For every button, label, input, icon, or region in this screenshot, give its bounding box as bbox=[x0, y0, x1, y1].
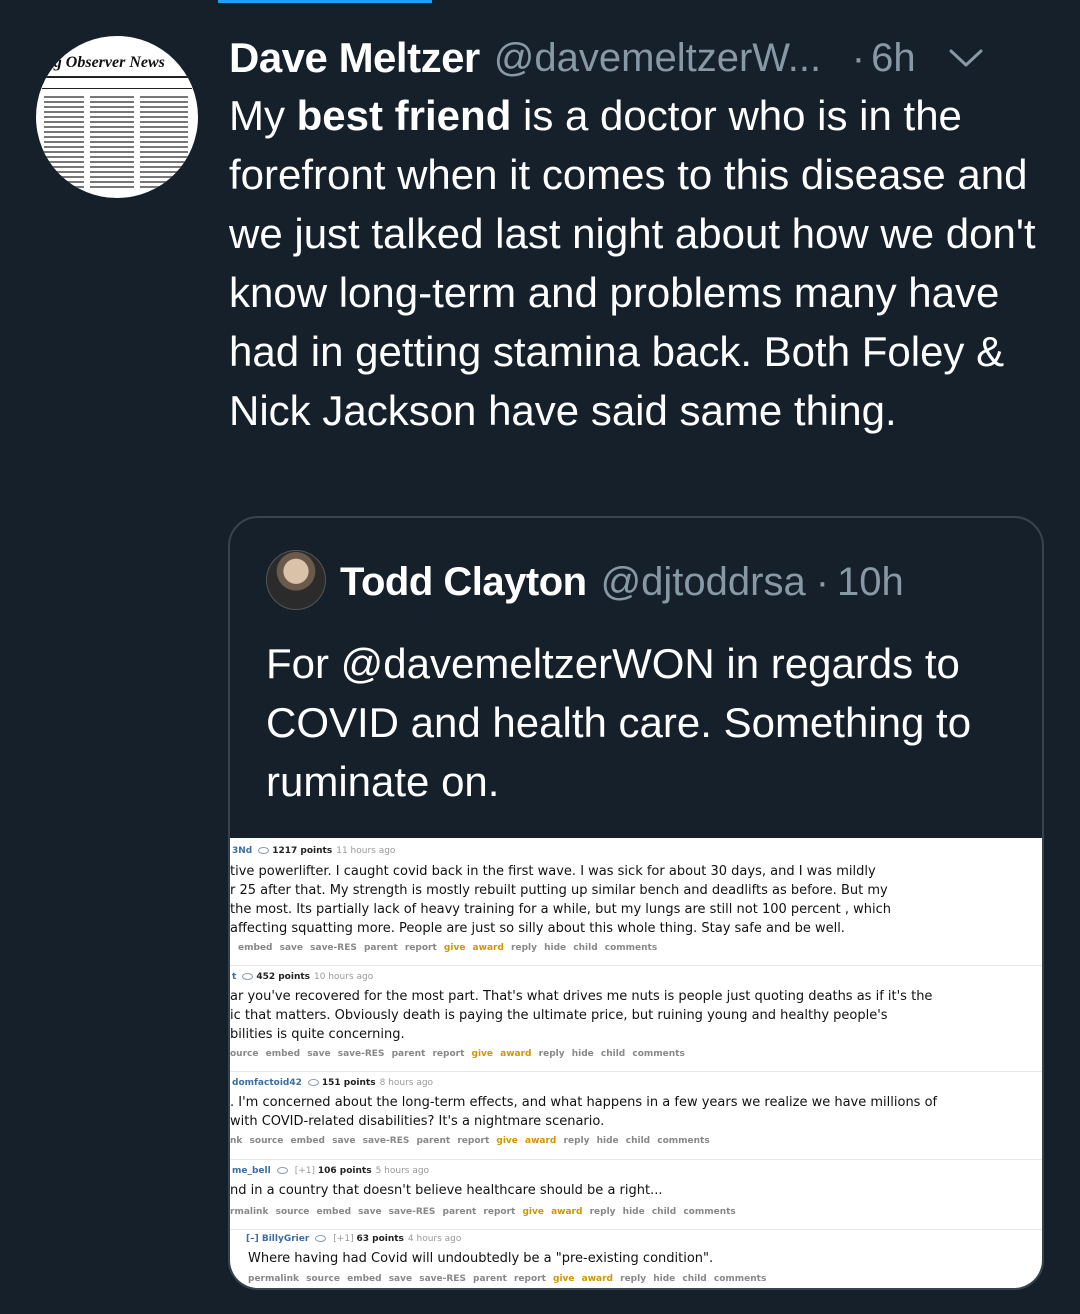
comment-ago: 4 hours ago bbox=[407, 1234, 462, 1244]
quote-author-avatar bbox=[266, 550, 326, 610]
vote-extra: [+1] bbox=[333, 1234, 354, 1244]
tweet-text: My best friend is a doctor who is in the… bbox=[229, 86, 1044, 440]
quote-header: Todd Clayton @djtoddrsa · 10h bbox=[340, 552, 904, 612]
avatar-column bbox=[140, 96, 188, 188]
comment-ago: 11 hours ago bbox=[336, 846, 396, 856]
comment-ago: 5 hours ago bbox=[375, 1166, 430, 1176]
author-display-name[interactable]: Dave Meltzer bbox=[229, 34, 480, 82]
quote-author-display-name: Todd Clayton bbox=[340, 559, 587, 604]
comment-actions-links: reply hide child comments bbox=[620, 1274, 767, 1284]
comment-user: 3Nd bbox=[232, 846, 253, 856]
comment-points: 106 points bbox=[317, 1166, 372, 1176]
reddit-comment: t 452 points 10 hours ago ar you've recove… bbox=[230, 966, 1042, 1072]
reddit-comment: [–] BillyGrier [+1] 63 points 4 hours ago … bbox=[230, 1230, 1042, 1288]
chevron-down-icon[interactable] bbox=[946, 38, 986, 78]
header-separator: · bbox=[851, 35, 866, 80]
comment-meta: t 452 points 10 hours ago bbox=[232, 972, 373, 982]
comment-ago: 8 hours ago bbox=[379, 1078, 434, 1088]
comment-actions-links: ource embed save save-RES parent report bbox=[230, 1049, 465, 1059]
comment-ago: 10 hours ago bbox=[314, 972, 374, 982]
comment-line: nd in a country that doesn't believe hea… bbox=[230, 1183, 663, 1198]
give-award-link: give award bbox=[553, 1274, 613, 1284]
comment-line: r 25 after that. My strength is mostly r… bbox=[230, 883, 888, 898]
comment-meta: me_bell [+1] 106 points 5 hours ago bbox=[232, 1166, 429, 1176]
tweet-timestamp[interactable]: 6h bbox=[871, 36, 916, 81]
comment-user: t bbox=[232, 972, 237, 982]
comment-line: the most. Its partially lack of heavy tr… bbox=[230, 902, 891, 917]
avatar-column bbox=[90, 96, 134, 188]
vote-icon bbox=[242, 973, 254, 980]
quote-timestamp: 10h bbox=[837, 559, 904, 604]
comment-line: ic that matters. Obviously death is payi… bbox=[230, 1008, 888, 1023]
give-award-link: give award bbox=[443, 943, 504, 953]
comment-actions-links: rmalink source embed save save-RES paren… bbox=[230, 1207, 516, 1217]
author-avatar[interactable]: ling Observer News bbox=[36, 36, 198, 198]
comment-line: affecting squatting more. People are jus… bbox=[230, 921, 845, 936]
tweet-text-part: My bbox=[229, 92, 297, 139]
avatar-rule bbox=[42, 88, 192, 89]
comment-meta: [–] BillyGrier [+1] 63 points 4 hours ago bbox=[246, 1234, 461, 1244]
give-award-link: give award bbox=[496, 1136, 557, 1146]
tweet-header: Dave Meltzer @davemeltzerW... · 6h bbox=[229, 30, 1050, 86]
comment-line: . I'm concerned about the long-term effe… bbox=[230, 1095, 938, 1110]
comment-actions: nk source embed save save-RES parent rep… bbox=[230, 1136, 710, 1146]
comment-actions: permalink source embed save save-RES par… bbox=[248, 1274, 766, 1284]
give-award-link: give award bbox=[522, 1207, 583, 1217]
comment-line: Where having had Covid will undoubtedly … bbox=[248, 1251, 714, 1266]
give-award-link: give award bbox=[471, 1049, 532, 1059]
comment-line: tive powerlifter. I caught covid back in… bbox=[230, 864, 876, 879]
tweet-text-bold: best friend bbox=[296, 92, 512, 139]
reddit-comment: domfactoid42 151 points 8 hours ago . I'm … bbox=[230, 1072, 1042, 1160]
comment-actions-links: reply hide child comments bbox=[511, 943, 658, 953]
comment-line: bilities is quite concerning. bbox=[230, 1027, 405, 1042]
comment-actions: rmalink source embed save save-RES paren… bbox=[230, 1207, 736, 1217]
active-tab-indicator bbox=[218, 0, 432, 3]
avatar-rule bbox=[42, 76, 192, 78]
comment-actions: embed save save-RES parent report give a… bbox=[238, 943, 657, 953]
author-handle[interactable]: @davemeltzerW... bbox=[494, 36, 834, 81]
comment-line: with COVID-related disabilities? It's a … bbox=[230, 1114, 605, 1129]
quote-tweet-card[interactable]: Todd Clayton @djtoddrsa · 10h For @davem… bbox=[228, 516, 1044, 1290]
vote-icon bbox=[258, 847, 270, 854]
comment-user: domfactoid42 bbox=[232, 1078, 302, 1088]
comment-actions-links: reply hide child comments bbox=[538, 1049, 685, 1059]
reddit-comment: me_bell [+1] 106 points 5 hours ago nd in … bbox=[230, 1160, 1042, 1230]
comment-actions: ource embed save save-RES parent report … bbox=[230, 1049, 685, 1059]
comment-line: ar you've recovered for the most part. T… bbox=[230, 989, 933, 1004]
quote-author-handle: @djtoddrsa bbox=[600, 559, 806, 604]
comment-actions-links: reply hide child comments bbox=[589, 1207, 736, 1217]
comment-points: 1217 points bbox=[272, 846, 333, 856]
avatar-column bbox=[44, 96, 84, 188]
comment-actions-links: reply hide child comments bbox=[563, 1136, 710, 1146]
comment-actions-links: nk source embed save save-RES parent rep… bbox=[230, 1136, 490, 1146]
vote-icon bbox=[276, 1167, 288, 1174]
quote-embedded-image[interactable]: 3Nd 1217 points 11 hours ago tive powerlif… bbox=[230, 838, 1042, 1288]
reddit-comment: 3Nd 1217 points 11 hours ago tive powerlif… bbox=[230, 838, 1042, 966]
quote-header-separator: · bbox=[815, 559, 830, 604]
comment-points: 151 points bbox=[321, 1078, 376, 1088]
comment-actions-links: permalink source embed save save-RES par… bbox=[248, 1274, 546, 1284]
tweet-text-part: is a doctor who is in the forefront when… bbox=[229, 92, 1036, 434]
comment-actions-links: embed save save-RES parent report bbox=[238, 943, 437, 953]
quote-text: For @davemeltzerWON in regards to COVID … bbox=[266, 640, 972, 805]
comment-meta: 3Nd 1217 points 11 hours ago bbox=[232, 846, 395, 856]
vote-icon bbox=[315, 1235, 327, 1242]
avatar-masthead: ling Observer News bbox=[36, 54, 165, 71]
comment-points: 452 points bbox=[256, 972, 311, 982]
comment-user: me_bell bbox=[232, 1166, 271, 1176]
vote-extra: [+1] bbox=[294, 1166, 315, 1176]
comment-points: 63 points bbox=[356, 1234, 404, 1244]
comment-user: [–] BillyGrier bbox=[246, 1234, 310, 1244]
vote-icon bbox=[307, 1079, 319, 1086]
comment-meta: domfactoid42 151 points 8 hours ago bbox=[232, 1078, 433, 1088]
